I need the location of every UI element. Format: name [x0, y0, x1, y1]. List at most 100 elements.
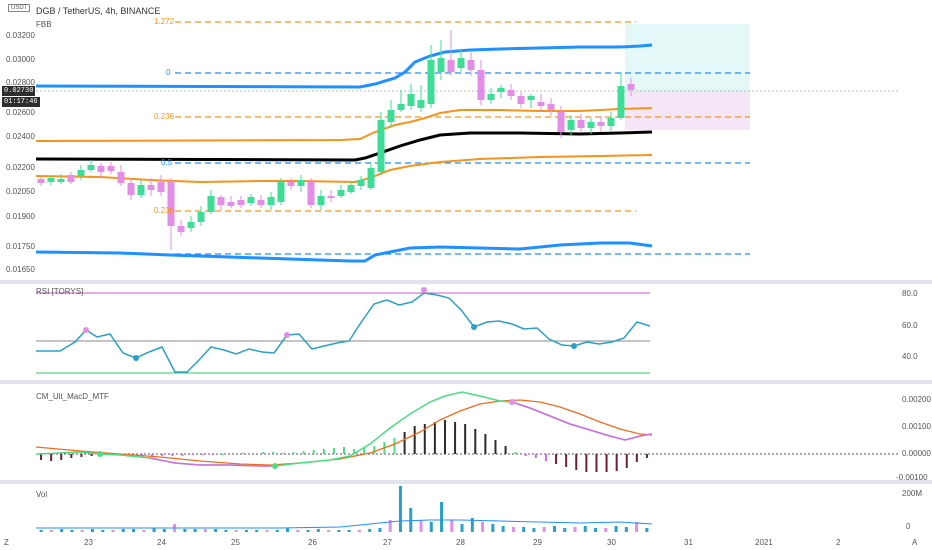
- volume-bar: [398, 486, 402, 532]
- macd-pane[interactable]: CM_Ult_MacD_MTF 0.00200 0.00100 0.00000 …: [0, 384, 932, 482]
- volume-bar: [162, 529, 166, 532]
- candle-body: [357, 180, 365, 186]
- candle-body: [517, 96, 525, 104]
- candle-body: [397, 104, 405, 110]
- volume-bar: [368, 529, 372, 532]
- fib-label-1272: 1.272: [154, 17, 175, 26]
- rsi-chart: [36, 287, 651, 374]
- price-axis-label: 0.03200: [6, 31, 35, 40]
- volume-bar: [142, 530, 146, 532]
- candle-body: [257, 200, 265, 205]
- volume-bar: [347, 530, 351, 532]
- candle-body: [197, 212, 205, 222]
- macd-histogram-bar: [80, 454, 83, 457]
- volume-bar: [101, 530, 105, 532]
- candle-body: [587, 122, 595, 128]
- price-axis-label: 0.02400: [6, 132, 35, 141]
- macd-histogram-bar: [262, 452, 265, 454]
- price-pane[interactable]: USDT DGB / TetherUS, 4h, BINANCE FBB 1.2…: [0, 0, 932, 280]
- price-axis-label: 0.03000: [6, 55, 35, 64]
- volume-bar: [429, 522, 433, 532]
- macd-histogram-bar: [464, 424, 467, 454]
- candle-body: [547, 104, 555, 110]
- candle-body: [237, 200, 245, 205]
- volume-bar: [450, 520, 454, 532]
- candle-body: [37, 179, 45, 183]
- volume-bar: [152, 528, 156, 532]
- candle-body: [387, 110, 395, 122]
- candle-body: [87, 165, 95, 170]
- corner-label-left[interactable]: Z: [4, 538, 9, 547]
- volume-bar: [296, 530, 300, 532]
- fib-label-0: 0: [166, 68, 171, 77]
- price-axis-label: 0.02600: [6, 108, 35, 117]
- corner-label-right[interactable]: A: [912, 538, 917, 547]
- volume-bar: [183, 529, 187, 532]
- rsi-dot: [421, 287, 427, 293]
- volume-bar: [49, 530, 53, 532]
- macd-histogram-bar: [534, 454, 537, 458]
- price-axis-label: 0.02050: [6, 187, 35, 196]
- time-label: 29: [533, 538, 542, 547]
- volume-bar: [419, 520, 423, 532]
- volume-bar: [501, 526, 505, 532]
- rsi-pane[interactable]: RSI [TORYS] 80.0 60.0 40.0: [0, 284, 932, 380]
- macd-histogram-bar: [322, 449, 325, 454]
- upper-band: [35, 43, 653, 89]
- macd-histogram-bar: [90, 454, 93, 456]
- macd-histogram-bar: [504, 446, 507, 454]
- candle-body: [207, 196, 215, 212]
- symbol-badge[interactable]: USDT: [8, 4, 31, 12]
- time-label: 30: [607, 538, 616, 547]
- candle-body: [317, 196, 325, 205]
- candle-body: [187, 222, 195, 228]
- macd-histogram-bar: [474, 429, 477, 454]
- rsi-axis-label: 60.0: [902, 321, 918, 330]
- volume-bar: [214, 529, 218, 532]
- macd-axis-label: 0.00200: [902, 395, 931, 404]
- time-axis[interactable]: Z 23 24 25 26 27 28 29 30 31 2021 2 A: [0, 534, 932, 550]
- candle-body: [227, 202, 235, 206]
- volume-ma-line: [36, 519, 653, 529]
- volume-bar: [624, 527, 628, 532]
- candle-body: [297, 180, 305, 186]
- volume-bar: [224, 530, 228, 532]
- volume-bar: [532, 528, 536, 532]
- price-axis-label: 0.02200: [6, 163, 35, 172]
- candle-body: [47, 178, 55, 182]
- candle-body: [607, 118, 615, 126]
- macd-histogram-bar: [625, 454, 628, 468]
- indicator-fbb-label[interactable]: FBB: [36, 20, 52, 29]
- volume-bar: [121, 529, 125, 532]
- candle-body: [287, 182, 295, 186]
- macd-histogram-bar: [484, 434, 487, 454]
- volume-bar: [306, 530, 310, 532]
- volume-bar: [337, 530, 341, 532]
- candle-body: [627, 84, 635, 90]
- candle-body: [77, 170, 85, 176]
- macd-histogram-bar: [565, 454, 568, 467]
- volume-bar: [193, 529, 197, 532]
- macd-histogram-bar: [272, 452, 275, 454]
- vol-title[interactable]: Vol: [36, 490, 47, 499]
- countdown-tag: 01:17:46: [2, 97, 40, 107]
- macd-histogram: [40, 420, 648, 472]
- volume-bar: [275, 530, 279, 532]
- volume-bar: [60, 529, 64, 532]
- price-chart[interactable]: [0, 0, 932, 280]
- volume-bar: [573, 527, 577, 532]
- lower-band: [35, 241, 653, 263]
- volume-bar: [491, 524, 495, 532]
- volume-pane[interactable]: Vol 200M 0: [0, 484, 932, 534]
- macd-histogram-bar: [454, 422, 457, 454]
- macd-axis-label: 0.00000: [902, 449, 931, 458]
- rsi-title[interactable]: RSI [TORYS]: [36, 287, 83, 296]
- macd-title[interactable]: CM_Ult_MacD_MTF: [36, 392, 109, 401]
- chart-title[interactable]: DGB / TetherUS, 4h, BINANCE: [36, 6, 160, 16]
- candle-body: [147, 185, 155, 190]
- volume-bar: [604, 528, 608, 532]
- volume-bar: [265, 530, 269, 532]
- candle-body: [457, 58, 465, 68]
- volume-bar: [80, 530, 84, 532]
- volume-bar: [645, 528, 649, 532]
